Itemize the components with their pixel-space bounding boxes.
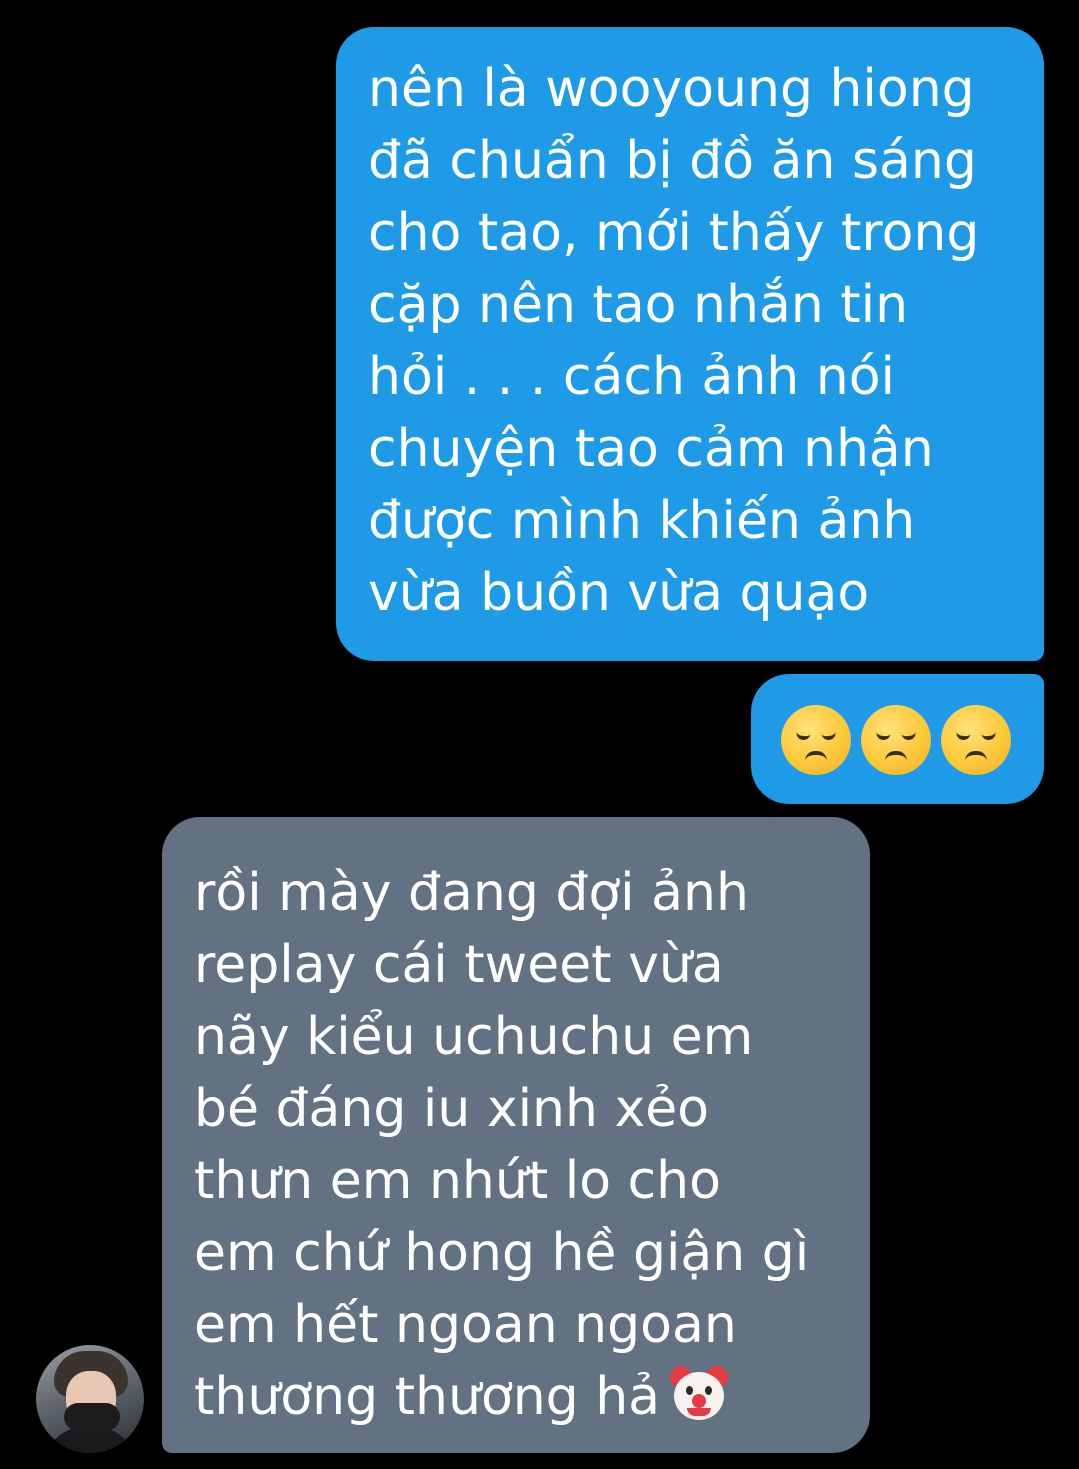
disappointed-face-icon [861, 705, 931, 775]
disappointed-face-icon [781, 705, 851, 775]
message-line: replay cái tweet vừa [194, 935, 724, 995]
message-line: bé đáng iu xinh xẻo [194, 1079, 710, 1139]
message-line: em chứ hong hề giận gì [194, 1223, 810, 1283]
message-line: được mình khiến ảnh [368, 491, 916, 551]
message-line: nên là wooyoung hiong [368, 59, 975, 119]
message-line: cặp nên tao nhắn tin [368, 275, 909, 335]
message-line: đã chuẩn bị đồ ăn sáng [368, 131, 977, 191]
message-line: thưn em nhứt lo cho [194, 1151, 721, 1211]
message-line: em hết ngoan ngoan [194, 1295, 737, 1355]
clown-face-icon [670, 1364, 729, 1422]
received-message-bubble[interactable]: rồi mày đang đợi ảnh replay cái tweet vừ… [162, 817, 870, 1453]
message-line: hỏi . . . cách ảnh nói [368, 347, 895, 407]
message-line: nãy kiểu uchuchu em [194, 1007, 754, 1067]
avatar[interactable] [36, 1345, 144, 1453]
message-line: cho tao, mới thấy trong [368, 203, 980, 263]
sent-emoji-bubble[interactable] [751, 674, 1044, 804]
disappointed-face-icon [941, 705, 1011, 775]
message-line: rồi mày đang đợi ảnh [194, 863, 749, 923]
emoji-row [781, 705, 1011, 775]
message-line: chuyện tao cảm nhận [368, 419, 934, 479]
sent-message-bubble[interactable]: nên là wooyoung hiong đã chuẩn bị đồ ăn … [336, 27, 1044, 661]
message-line: vừa buồn vừa quạo [368, 563, 870, 623]
message-line-last: thương thương hả [194, 1361, 870, 1433]
